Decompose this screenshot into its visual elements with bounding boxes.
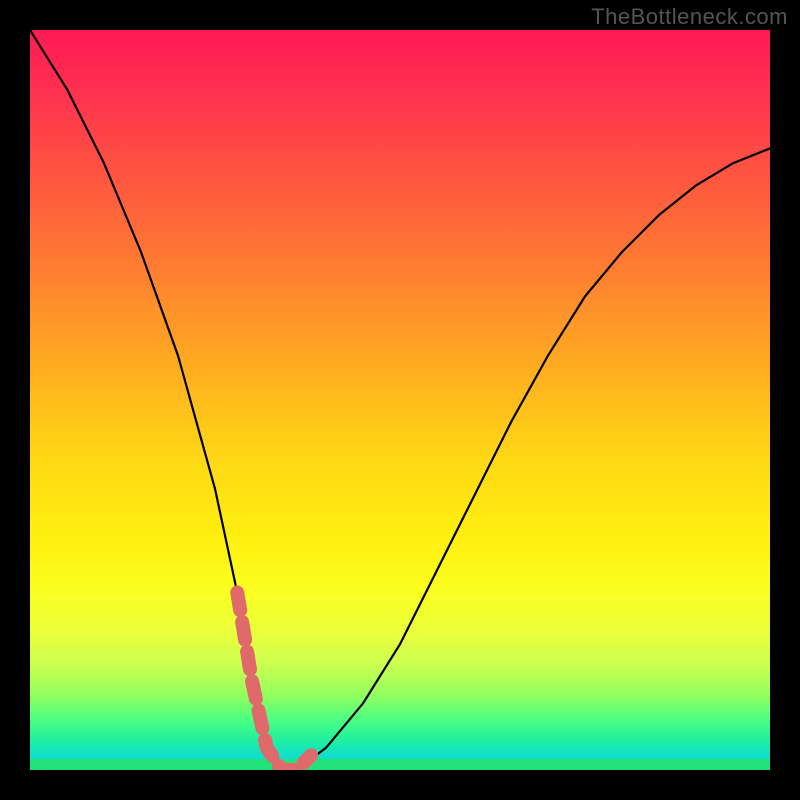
curve-svg bbox=[30, 30, 770, 770]
plot-area bbox=[30, 30, 770, 770]
highlight-segment bbox=[237, 592, 311, 770]
main-curve bbox=[30, 30, 770, 770]
chart-frame: TheBottleneck.com bbox=[0, 0, 800, 800]
watermark-label: TheBottleneck.com bbox=[591, 4, 788, 30]
